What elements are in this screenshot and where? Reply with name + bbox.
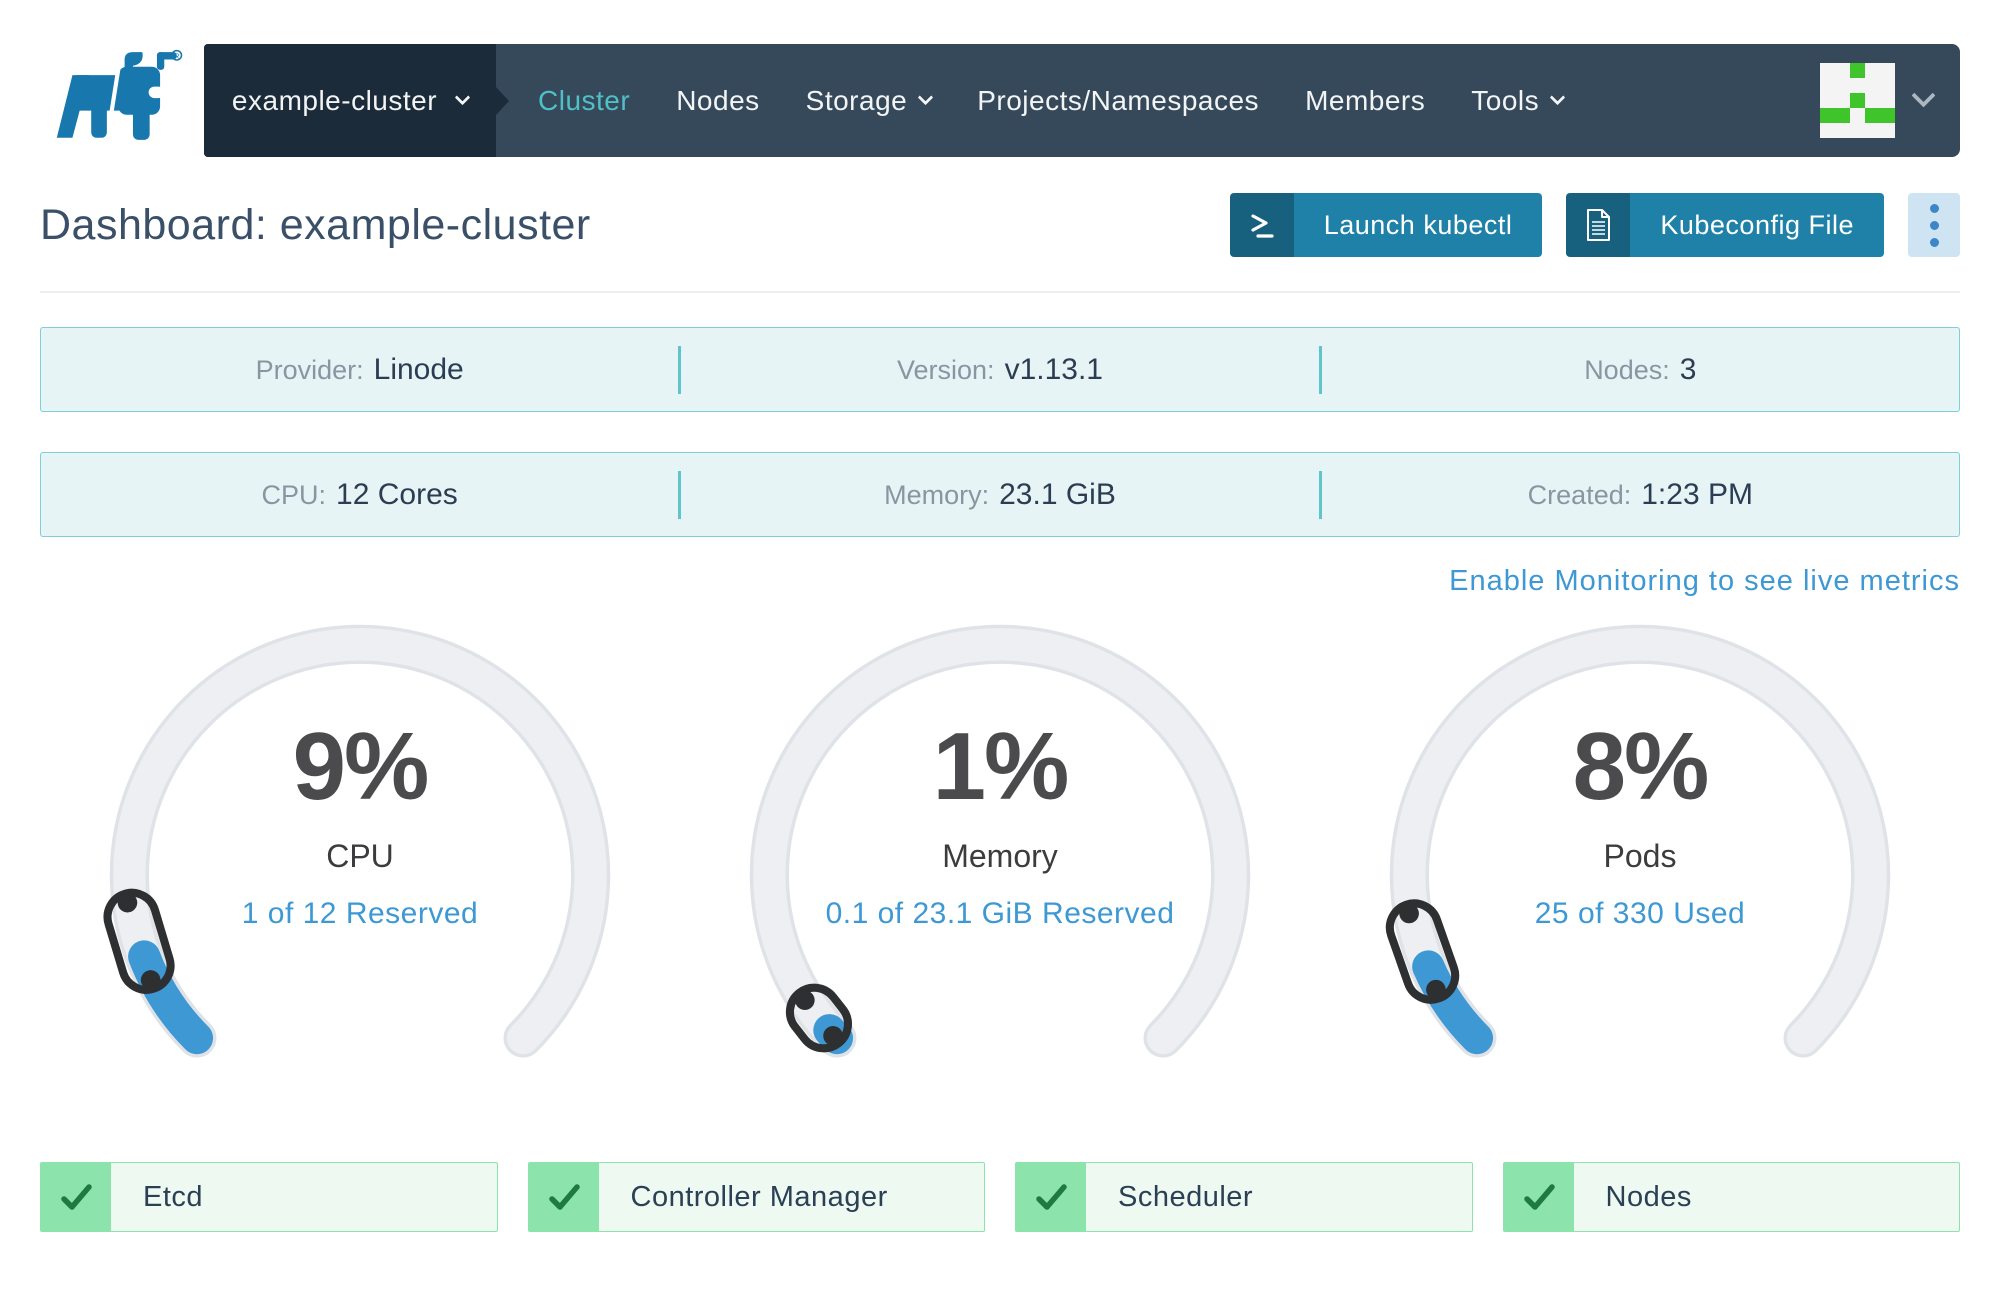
gauge-subtitle: 1 of 12 Reserved bbox=[241, 897, 479, 930]
header-divider bbox=[40, 291, 1960, 293]
nav-item-label: Cluster bbox=[538, 84, 631, 116]
nav-item-label: Projects/Namespaces bbox=[977, 84, 1260, 116]
gauges-row: 9% CPU 1 of 12 Reserved 1% Memory 0.1 of… bbox=[40, 604, 1960, 1146]
info-label: CPU: bbox=[261, 479, 327, 510]
status-etcd: Etcd bbox=[40, 1162, 498, 1232]
pods-gauge: 8% Pods 25 of 330 Used bbox=[1320, 604, 1960, 1146]
info-label: Version: bbox=[897, 354, 995, 385]
info-value: 1:23 PM bbox=[1641, 477, 1753, 511]
nav-item-projects-namespaces[interactable]: Projects/Namespaces bbox=[977, 85, 1259, 117]
nav-item-label: Storage bbox=[805, 84, 908, 116]
info-label: Provider: bbox=[255, 354, 364, 385]
launch-kubectl-button[interactable]: Launch kubectl bbox=[1229, 193, 1543, 257]
content: Dashboard: example-cluster Launch kubect… bbox=[40, 157, 1960, 1232]
gauge-percent: 1% bbox=[932, 713, 1070, 820]
main-navbar: example-cluster Cluster Nodes Storage Pr… bbox=[204, 44, 1960, 157]
cluster-selector-label: example-cluster bbox=[231, 84, 438, 116]
memory-gauge-text: 1% Memory 0.1 of 23.1 GiB Reserved bbox=[680, 712, 1320, 931]
check-icon bbox=[1503, 1163, 1574, 1231]
chevron-down-icon bbox=[1911, 83, 1936, 108]
gauge-title: Pods bbox=[1603, 838, 1677, 874]
page-header: Dashboard: example-cluster Launch kubect… bbox=[40, 193, 1960, 257]
gauge-subtitle: 0.1 of 23.1 GiB Reserved bbox=[825, 897, 1175, 930]
status-nodes: Nodes bbox=[1502, 1162, 1960, 1232]
status-label: Scheduler bbox=[1118, 1180, 1254, 1213]
button-label: Launch kubectl bbox=[1293, 193, 1543, 257]
chevron-down-icon bbox=[917, 89, 934, 105]
nav-items: Cluster Nodes Storage Projects/Namespace… bbox=[538, 84, 1566, 117]
gauge-title: Memory bbox=[942, 838, 1058, 874]
kebab-menu-button[interactable] bbox=[1908, 193, 1960, 257]
memory-gauge: 1% Memory 0.1 of 23.1 GiB Reserved bbox=[680, 604, 1320, 1146]
info-memory: Memory: 23.1 GiB bbox=[681, 478, 1318, 512]
top-bar: R example-cluster Cluster Nodes Storage bbox=[0, 0, 2000, 157]
cpu-gauge-text: 9% CPU 1 of 12 Reserved bbox=[40, 712, 680, 931]
check-icon bbox=[41, 1163, 111, 1231]
check-icon bbox=[1016, 1163, 1086, 1231]
header-actions: Launch kubectl Kubeconfig File bbox=[1229, 193, 1960, 257]
status-controller-manager: Controller Manager bbox=[527, 1162, 985, 1232]
nav-item-members[interactable]: Members bbox=[1305, 85, 1425, 117]
cluster-info-bar-1: Provider: Linode Version: v1.13.1 Nodes:… bbox=[40, 327, 1960, 412]
svg-text:R: R bbox=[174, 51, 179, 60]
kubeconfig-file-button[interactable]: Kubeconfig File bbox=[1566, 193, 1884, 257]
status-scheduler: Scheduler bbox=[1015, 1162, 1473, 1232]
check-icon bbox=[528, 1163, 599, 1231]
status-label: Controller Manager bbox=[630, 1180, 888, 1213]
info-value: 23.1 GiB bbox=[999, 477, 1116, 511]
info-cpu: CPU: 12 Cores bbox=[41, 478, 678, 512]
pods-gauge-text: 8% Pods 25 of 330 Used bbox=[1320, 712, 1960, 931]
nav-item-label: Members bbox=[1305, 84, 1426, 116]
chevron-down-icon bbox=[454, 89, 471, 105]
terminal-icon bbox=[1229, 193, 1294, 257]
info-value: Linode bbox=[373, 352, 464, 386]
enable-monitoring-link[interactable]: Enable Monitoring to see live metrics bbox=[40, 565, 1960, 598]
status-label: Etcd bbox=[143, 1180, 204, 1213]
info-label: Memory: bbox=[884, 479, 990, 510]
info-value: v1.13.1 bbox=[1004, 352, 1103, 386]
nav-item-tools[interactable]: Tools bbox=[1471, 84, 1566, 117]
nav-item-label: Nodes bbox=[676, 84, 760, 116]
info-created: Created: 1:23 PM bbox=[1322, 478, 1959, 512]
cpu-gauge: 9% CPU 1 of 12 Reserved bbox=[40, 604, 680, 1146]
info-value: 12 Cores bbox=[336, 477, 458, 511]
info-nodes: Nodes: 3 bbox=[1322, 353, 1959, 387]
component-statuses-row: Etcd Controller Manager Scheduler Nodes bbox=[40, 1162, 1960, 1232]
info-value: 3 bbox=[1679, 352, 1697, 386]
file-icon bbox=[1566, 193, 1631, 257]
info-label: Nodes: bbox=[1584, 354, 1670, 385]
rancher-dashboard-page: R example-cluster Cluster Nodes Storage bbox=[0, 0, 2000, 1295]
gauge-subtitle: 25 of 330 Used bbox=[1534, 897, 1746, 930]
rancher-logo-icon[interactable]: R bbox=[36, 48, 184, 144]
avatar bbox=[1820, 63, 1895, 138]
chevron-down-icon bbox=[1549, 89, 1566, 105]
nav-item-cluster[interactable]: Cluster bbox=[538, 85, 630, 117]
nav-item-storage[interactable]: Storage bbox=[805, 84, 934, 117]
info-version: Version: v1.13.1 bbox=[681, 353, 1318, 387]
page-title: Dashboard: example-cluster bbox=[40, 200, 591, 249]
gauge-title: CPU bbox=[326, 838, 394, 874]
cluster-info-bar-2: CPU: 12 Cores Memory: 23.1 GiB Created: … bbox=[40, 452, 1960, 537]
nav-item-nodes[interactable]: Nodes bbox=[676, 85, 759, 117]
status-label: Nodes bbox=[1605, 1180, 1692, 1213]
user-menu[interactable] bbox=[1820, 63, 1960, 138]
kebab-menu-icon bbox=[1929, 203, 1939, 213]
gauge-percent: 9% bbox=[292, 713, 430, 820]
nav-item-label: Tools bbox=[1471, 84, 1540, 116]
info-label: Created: bbox=[1527, 479, 1632, 510]
button-label: Kubeconfig File bbox=[1630, 193, 1884, 257]
gauge-percent: 8% bbox=[1572, 713, 1710, 820]
cluster-selector-dropdown[interactable]: example-cluster bbox=[204, 44, 496, 157]
info-provider: Provider: Linode bbox=[41, 353, 678, 387]
